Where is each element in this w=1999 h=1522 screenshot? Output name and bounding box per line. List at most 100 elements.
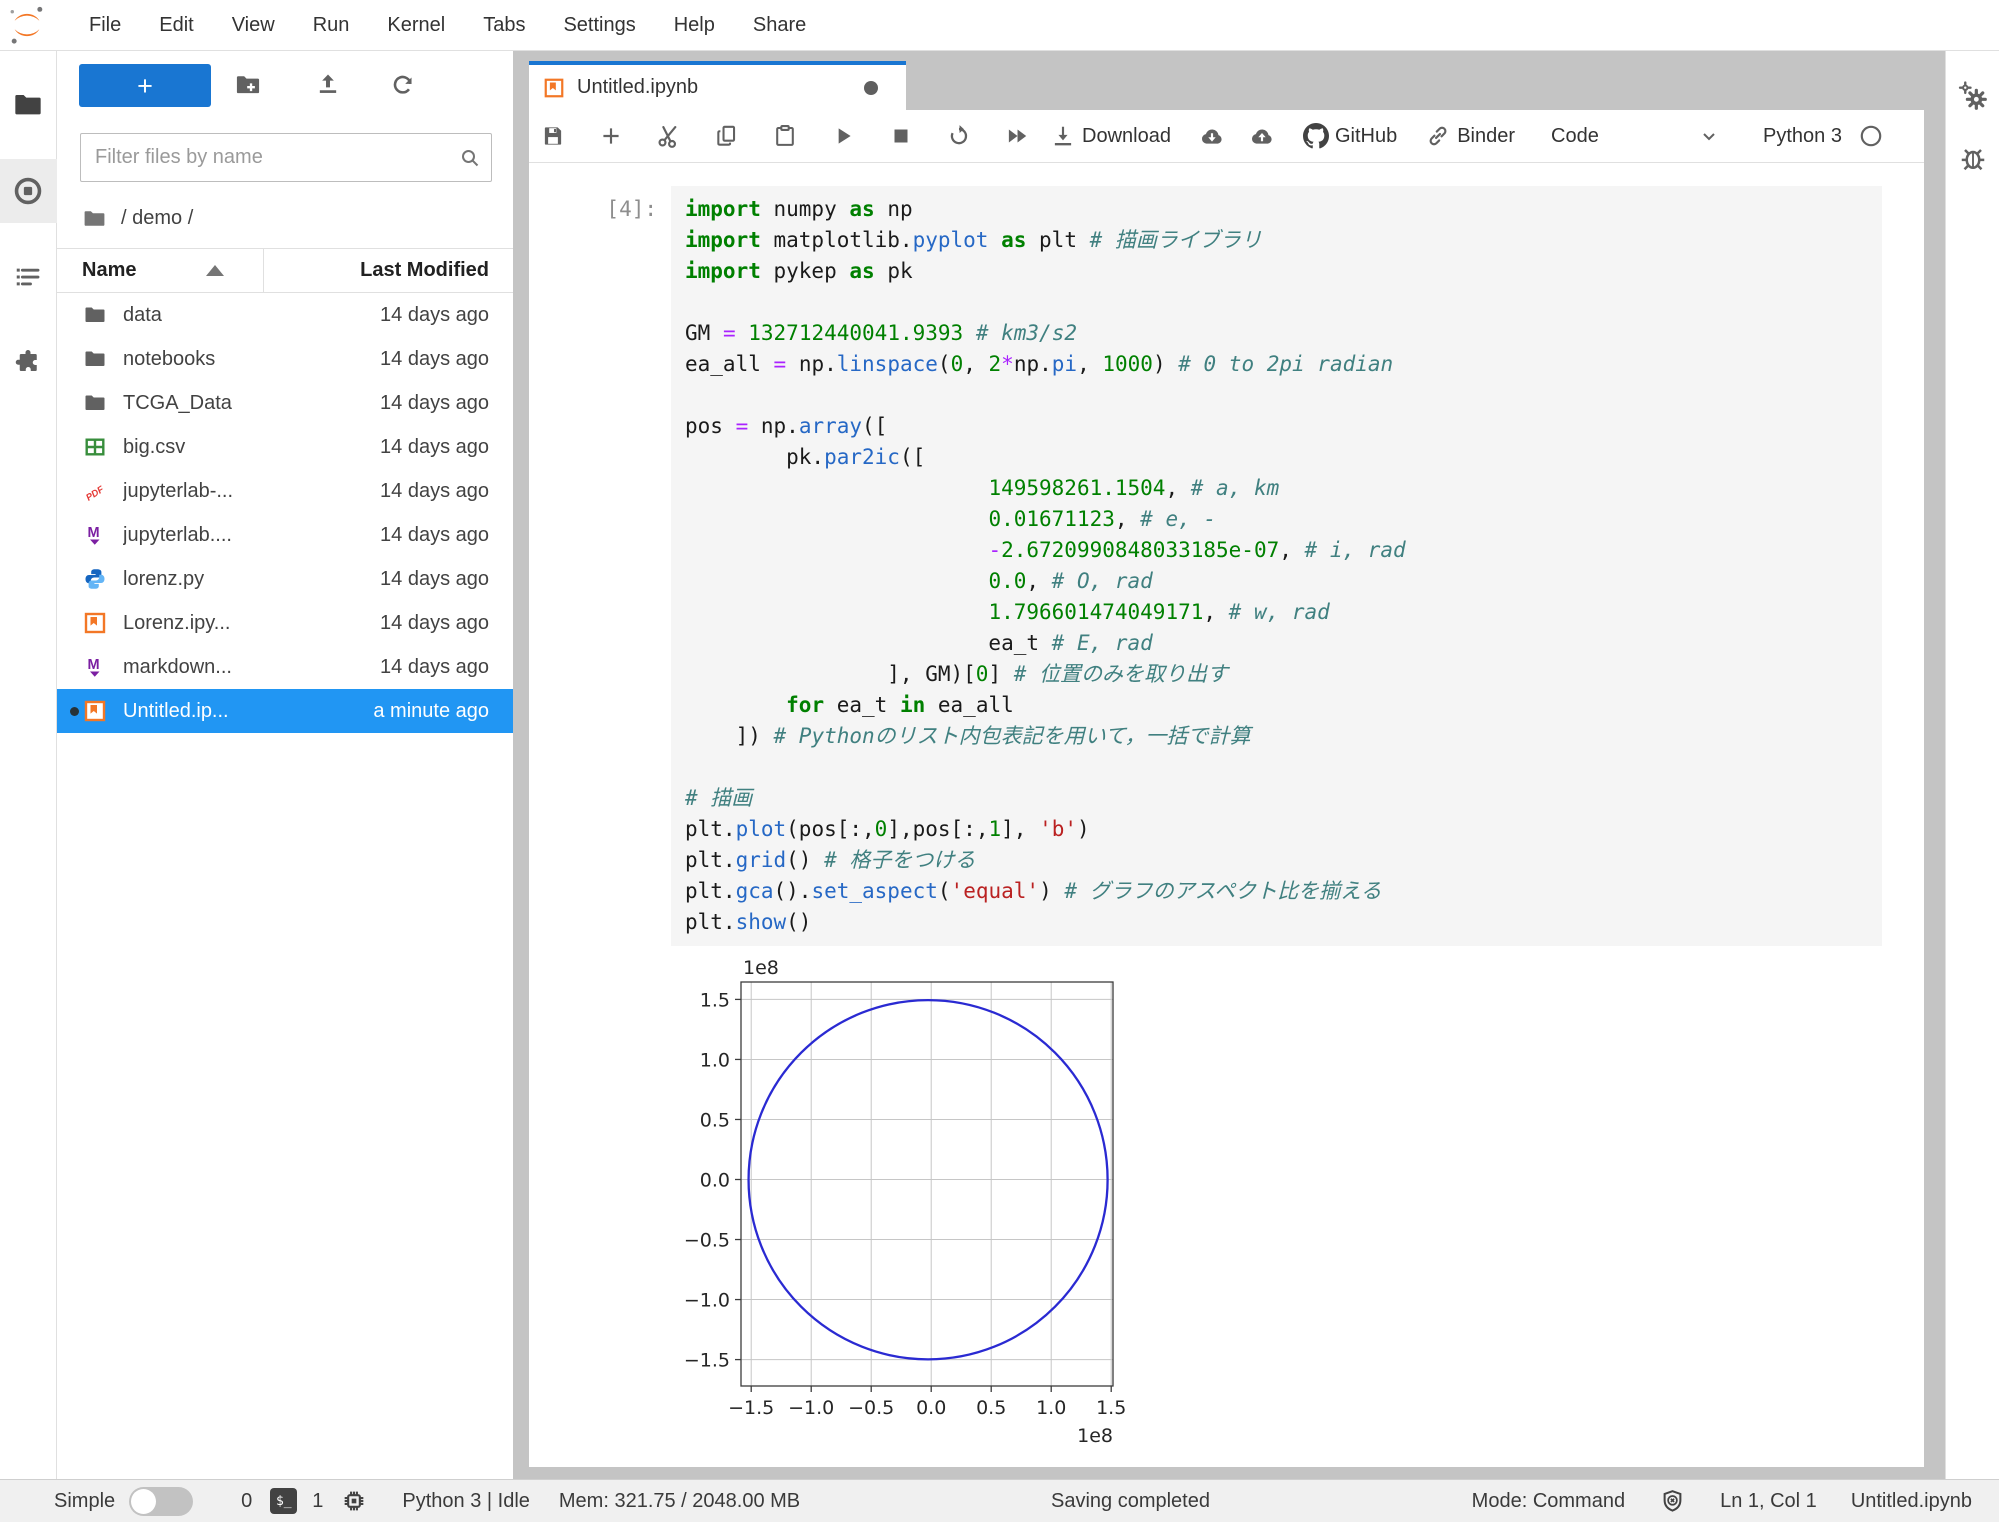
- file-modified: 14 days ago: [380, 656, 513, 679]
- file-row-untitled-ip-[interactable]: Untitled.ip...a minute ago: [57, 689, 513, 733]
- code-line: import matplotlib.pyplot as plt # 描画ライブラ…: [685, 225, 1882, 256]
- restart-kernel-button[interactable]: [946, 123, 972, 149]
- file-row-markdown-[interactable]: Mmarkdown...14 days ago: [57, 645, 513, 689]
- file-name: jupyterlab-...: [123, 480, 380, 503]
- svg-text:1.5: 1.5: [1096, 1397, 1126, 1419]
- sidebar-tab-table-of-contents[interactable]: [0, 245, 57, 309]
- file-modified: 14 days ago: [380, 568, 513, 591]
- cell-type-dropdown[interactable]: Code: [1551, 124, 1721, 148]
- insert-cell-button[interactable]: [598, 123, 624, 149]
- pdf-icon: PDF: [83, 479, 107, 503]
- file-row-big-csv[interactable]: big.csv14 days ago: [57, 425, 513, 469]
- tab-untitled-ipynb[interactable]: Untitled.ipynb: [529, 61, 906, 110]
- terminal-icon[interactable]: $_: [270, 1488, 297, 1514]
- cloud-download-button[interactable]: [1199, 123, 1225, 149]
- code-line: [685, 287, 1882, 318]
- execution-count: [4]:: [529, 186, 671, 946]
- cloud-upload-button[interactable]: [1249, 123, 1275, 149]
- file-name: notebooks: [123, 348, 380, 371]
- home-folder-icon[interactable]: [82, 206, 107, 231]
- notebook-icon: [543, 77, 565, 99]
- kernel-status-icon: [1858, 123, 1884, 149]
- paste-cells-button[interactable]: [772, 123, 798, 149]
- notebook-content: [4]: import numpy as npimport matplotlib…: [529, 163, 1924, 1467]
- file-row-lorenz-ipy-[interactable]: Lorenz.ipy...14 days ago: [57, 601, 513, 645]
- upload-icon[interactable]: [314, 71, 342, 99]
- new-launcher-button[interactable]: +: [79, 64, 211, 107]
- code-line: plt.grid() # 格子をつける: [685, 845, 1882, 876]
- file-row-data[interactable]: data14 days ago: [57, 293, 513, 337]
- file-modified: 14 days ago: [380, 524, 513, 547]
- menu-edit[interactable]: Edit: [140, 14, 212, 37]
- download-icon: [1050, 123, 1076, 149]
- markdown-icon: M: [83, 523, 107, 547]
- memory-usage: Mem: 321.75 / 2048.00 MB: [559, 1490, 800, 1513]
- menu-run[interactable]: Run: [294, 14, 369, 37]
- kernel-switcher[interactable]: Python 3: [1763, 123, 1884, 149]
- sidebar-tab-extension-manager[interactable]: [0, 331, 57, 395]
- sidebar-tab-property-inspector[interactable]: [1956, 79, 1990, 113]
- code-line: pk.par2ic([: [685, 442, 1882, 473]
- interrupt-kernel-button[interactable]: [888, 123, 914, 149]
- menu-share[interactable]: Share: [734, 14, 825, 37]
- svg-text:PDF: PDF: [84, 484, 106, 503]
- svg-text:1e8: 1e8: [743, 957, 779, 979]
- status-bar: Simple 0 $_ 1 Python 3 | Idle Mem: 321.7…: [0, 1479, 1999, 1522]
- code-line: [685, 380, 1882, 411]
- file-row-notebooks[interactable]: notebooks14 days ago: [57, 337, 513, 381]
- search-icon: [458, 146, 482, 170]
- save-button[interactable]: [540, 123, 566, 149]
- sidebar-tab-file-browser[interactable]: [0, 73, 57, 137]
- file-row-tcga-data[interactable]: TCGA_Data14 days ago: [57, 381, 513, 425]
- filter-files-input[interactable]: [80, 133, 492, 182]
- copy-cells-button[interactable]: [714, 123, 740, 149]
- code-line: import pykep as pk: [685, 256, 1882, 287]
- code-editor[interactable]: import numpy as npimport matplotlib.pypl…: [671, 186, 1882, 946]
- menu-tabs[interactable]: Tabs: [464, 14, 544, 37]
- sidebar-tab-debugger[interactable]: [1956, 141, 1990, 175]
- cursor-position[interactable]: Ln 1, Col 1: [1720, 1490, 1817, 1513]
- file-row-jupyterlab-[interactable]: Mjupyterlab....14 days ago: [57, 513, 513, 557]
- menu-file[interactable]: File: [70, 14, 140, 37]
- command-mode-indicator[interactable]: Mode: Command: [1472, 1490, 1625, 1513]
- file-modified: a minute ago: [373, 700, 513, 723]
- kernel-chip-icon[interactable]: [340, 1487, 368, 1515]
- svg-text:−0.5: −0.5: [848, 1397, 894, 1419]
- toggle-knob: [131, 1489, 156, 1514]
- code-line: 0.01671123, # e, -: [685, 504, 1882, 535]
- menu-kernel[interactable]: Kernel: [368, 14, 464, 37]
- breadcrumb[interactable]: / demo /: [82, 201, 193, 235]
- download-button[interactable]: Download: [1050, 123, 1171, 149]
- column-last-modified[interactable]: Last Modified: [264, 259, 513, 282]
- svg-text:1.5: 1.5: [700, 989, 730, 1011]
- run-cell-button[interactable]: [830, 123, 856, 149]
- refresh-icon[interactable]: [389, 71, 417, 99]
- binder-button[interactable]: Binder: [1425, 123, 1515, 149]
- file-row-lorenz-py[interactable]: lorenz.py14 days ago: [57, 557, 513, 601]
- figure-output: −1.5−1.0−0.50.00.51.01.51.51.00.50.0−0.5…: [663, 956, 1924, 1456]
- github-button[interactable]: GitHub: [1303, 123, 1397, 149]
- column-name[interactable]: Name: [57, 259, 263, 282]
- svg-text:1.0: 1.0: [1036, 1397, 1066, 1419]
- menu-help[interactable]: Help: [655, 14, 734, 37]
- simple-mode-toggle[interactable]: [129, 1487, 193, 1516]
- code-line: ], GM)[0] # 位置のみを取り出す: [685, 659, 1882, 690]
- restart-run-all-button[interactable]: [1004, 123, 1030, 149]
- file-row-jupyterlab-[interactable]: PDFjupyterlab-...14 days ago: [57, 469, 513, 513]
- sidebar-tab-running-kernels[interactable]: [0, 159, 57, 223]
- unsaved-changes-dot[interactable]: [864, 81, 878, 95]
- table-of-contents-icon: [13, 262, 43, 292]
- left-sidebar: [0, 51, 57, 1479]
- cut-cells-button[interactable]: [656, 123, 682, 149]
- svg-text:M: M: [88, 525, 100, 541]
- file-browser: + / demo / Name: [57, 51, 513, 1479]
- menu-bar: FileEditViewRunKernelTabsSettingsHelpSha…: [0, 0, 1999, 51]
- menu-settings[interactable]: Settings: [544, 14, 654, 37]
- new-folder-icon[interactable]: [234, 71, 262, 99]
- binder-link-icon: [1425, 123, 1451, 149]
- menu-view[interactable]: View: [213, 14, 294, 37]
- trust-shield-icon[interactable]: [1659, 1488, 1686, 1515]
- file-name: TCGA_Data: [123, 392, 380, 415]
- svg-text:−1.5: −1.5: [728, 1397, 774, 1419]
- kernel-status-text[interactable]: Python 3 | Idle: [402, 1490, 530, 1513]
